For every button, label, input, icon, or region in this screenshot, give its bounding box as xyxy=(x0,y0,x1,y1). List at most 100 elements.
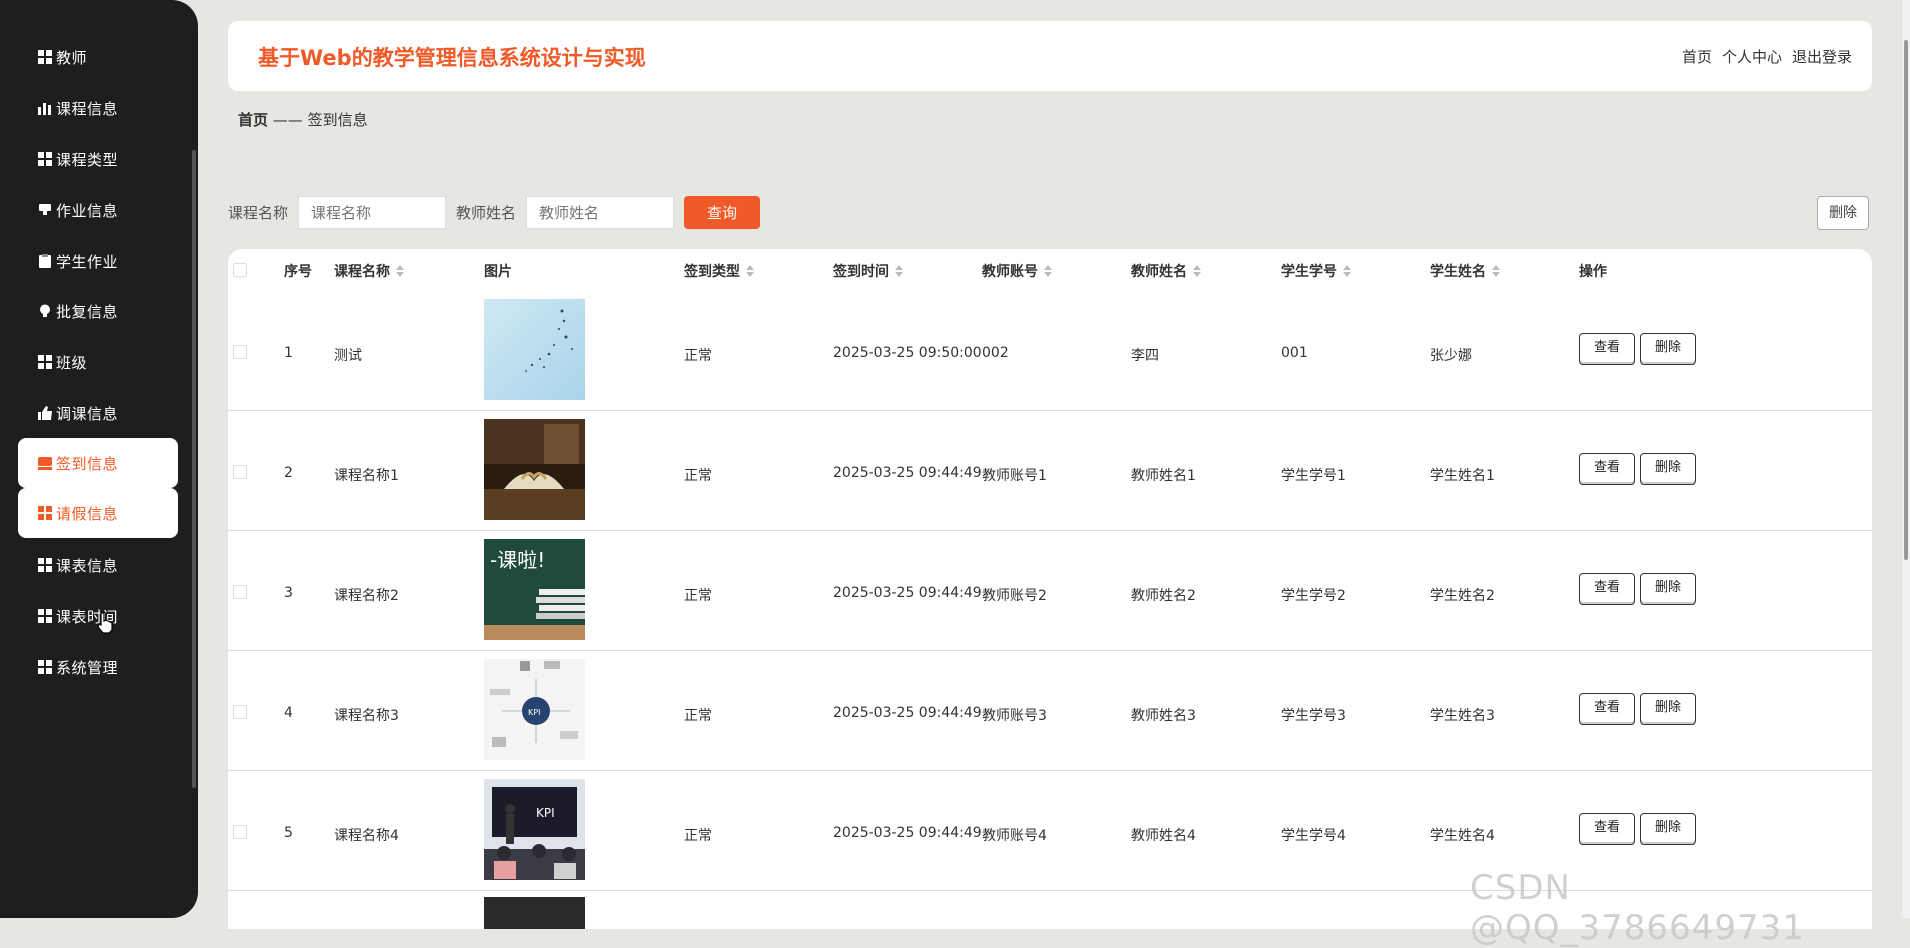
batch-delete-button[interactable]: 删除 xyxy=(1817,196,1869,230)
clipboard-icon xyxy=(38,254,52,268)
sidebar-item-label: 教师 xyxy=(56,48,88,67)
row-teacher-account: 教师账号1 xyxy=(982,468,1047,484)
row-student-no: 学生学号3 xyxy=(1281,708,1346,724)
row-image[interactable]: KPI xyxy=(484,659,585,760)
delete-button[interactable]: 删除 xyxy=(1640,693,1696,725)
header-col-image: 图片 xyxy=(484,264,512,280)
row-checkbox[interactable] xyxy=(233,345,247,359)
row-student-name: 学生姓名2 xyxy=(1430,588,1495,604)
sidebar-item-9[interactable]: 签到信息 xyxy=(18,438,178,488)
bulb-icon xyxy=(38,304,52,318)
teacher-name-input[interactable] xyxy=(526,196,675,229)
sidebar-scrollbar[interactable] xyxy=(192,150,196,788)
header-link-logout[interactable]: 退出登录 xyxy=(1792,46,1852,67)
delete-button[interactable]: 删除 xyxy=(1640,333,1696,365)
row-image[interactable] xyxy=(484,299,585,400)
header-link-profile[interactable]: 个人中心 xyxy=(1722,46,1782,67)
row-image[interactable] xyxy=(484,419,585,520)
header-col-checkin-time[interactable]: 签到时间 xyxy=(833,261,903,281)
row-image[interactable]: -课啦! xyxy=(484,539,585,640)
sidebar-item-10[interactable]: 请假信息 xyxy=(18,488,178,538)
row-checkbox[interactable] xyxy=(233,825,247,839)
header-col-teacher-account[interactable]: 教师账号 xyxy=(982,261,1052,281)
view-button[interactable]: 查看 xyxy=(1579,693,1635,725)
view-button[interactable]: 查看 xyxy=(1579,453,1635,485)
row-course-name: 课程名称3 xyxy=(334,708,399,724)
course-name-input[interactable] xyxy=(298,196,447,229)
sidebar-item-2[interactable]: 课程信息 xyxy=(18,83,178,133)
header-col-student-no[interactable]: 学生学号 xyxy=(1281,261,1351,281)
svg-text:KPI: KPI xyxy=(528,708,540,717)
view-button[interactable]: 查看 xyxy=(1579,813,1635,845)
sidebar-item-11[interactable]: 课表信息 xyxy=(18,540,178,590)
row-checkin-time: 2025-03-25 09:50:00 xyxy=(833,345,982,361)
checkin-icon xyxy=(38,456,52,470)
row-checkbox[interactable] xyxy=(233,705,247,719)
search-bar: 课程名称 教师姓名 查询 xyxy=(228,196,761,229)
query-button[interactable]: 查询 xyxy=(684,196,761,229)
sidebar-item-3[interactable]: 课程类型 xyxy=(18,134,178,184)
thumb-icon xyxy=(38,406,52,420)
sort-icon[interactable] xyxy=(396,265,404,277)
sidebar-item-5[interactable]: 学生作业 xyxy=(18,236,178,286)
sort-icon[interactable] xyxy=(895,265,903,277)
grid-icon xyxy=(38,355,52,369)
table-header: 序号 课程名称 图片 签到类型 签到时间 教师账号 教师姓名 学生学号 学生姓名 操作 xyxy=(228,249,1872,291)
grid-icon xyxy=(38,558,52,572)
row-course-name: 课程名称1 xyxy=(334,468,399,484)
sort-icon[interactable] xyxy=(1193,265,1201,277)
sidebar-item-7[interactable]: 班级 xyxy=(18,337,178,387)
table-row: 1 测试 正常 2025-03-25 09:50:00 002 李四 001 张少娜 查看 删除 xyxy=(228,291,1872,411)
row-teacher-name: 教师姓名4 xyxy=(1131,828,1196,844)
breadcrumb-home[interactable]: 首页 xyxy=(238,111,268,129)
sidebar-item-label: 调课信息 xyxy=(56,404,119,423)
table-row: 2 课程名称1 正常 2025-03-25 09:44:49 教师账号1 教师姓名1 学生学… xyxy=(228,411,1872,531)
row-checkin-time: 2025-03-25 09:44:49 xyxy=(833,465,982,481)
row-course-name: 课程名称4 xyxy=(334,828,399,844)
sort-icon[interactable] xyxy=(746,265,754,277)
grid-icon xyxy=(38,50,52,64)
delete-button[interactable]: 删除 xyxy=(1640,453,1696,485)
bar-chart-icon xyxy=(38,101,52,115)
header-col-checkin-type[interactable]: 签到类型 xyxy=(684,261,754,281)
sort-icon[interactable] xyxy=(1492,265,1500,277)
svg-text:-课啦!: -课啦! xyxy=(490,548,545,572)
breadcrumb: 首页 —— 签到信息 xyxy=(238,109,368,130)
row-no: 4 xyxy=(284,705,293,721)
page-scrollbar[interactable] xyxy=(1902,0,1910,918)
sidebar-item-13[interactable]: 系统管理 xyxy=(18,642,178,692)
row-checkin-type: 正常 xyxy=(684,828,712,844)
sidebar-item-1[interactable]: 教师 xyxy=(18,32,178,82)
header-col-teacher-name[interactable]: 教师姓名 xyxy=(1131,261,1201,281)
delete-button[interactable]: 删除 xyxy=(1640,573,1696,605)
view-button[interactable]: 查看 xyxy=(1579,573,1635,605)
row-checkin-type: 正常 xyxy=(684,588,712,604)
row-image[interactable]: KPI xyxy=(484,779,585,880)
delete-button[interactable]: 删除 xyxy=(1640,813,1696,845)
course-name-label: 课程名称 xyxy=(228,204,289,222)
row-checkin-type: 正常 xyxy=(684,708,712,724)
row-course-name: 课程名称2 xyxy=(334,588,399,604)
row-checkbox[interactable] xyxy=(233,585,247,599)
data-table: 序号 课程名称 图片 签到类型 签到时间 教师账号 教师姓名 学生学号 学生姓名 操作 1 测试 正常… xyxy=(228,249,1872,929)
row-student-name: 学生姓名3 xyxy=(1430,708,1495,724)
header-col-actions: 操作 xyxy=(1579,264,1607,280)
header-col-student-name[interactable]: 学生姓名 xyxy=(1430,261,1500,281)
breadcrumb-sep: —— xyxy=(272,111,303,129)
table-row: 3 课程名称2 -课啦! 正常 2025-03-25 09:44:49 教师账号2 教师姓名… xyxy=(228,531,1872,651)
row-checkbox[interactable] xyxy=(233,465,247,479)
sort-icon[interactable] xyxy=(1044,265,1052,277)
select-all-checkbox[interactable] xyxy=(233,263,247,277)
header-col-course-name[interactable]: 课程名称 xyxy=(334,261,404,281)
sidebar-item-8[interactable]: 调课信息 xyxy=(18,388,178,438)
grid-icon xyxy=(38,506,52,520)
sidebar-item-6[interactable]: 批复信息 xyxy=(18,286,178,336)
header-link-home[interactable]: 首页 xyxy=(1682,46,1712,67)
row-student-name: 张少娜 xyxy=(1430,348,1472,364)
sort-icon[interactable] xyxy=(1343,265,1351,277)
sidebar-item-4[interactable]: 作业信息 xyxy=(18,185,178,235)
view-button[interactable]: 查看 xyxy=(1579,333,1635,365)
row-teacher-name: 教师姓名3 xyxy=(1131,708,1196,724)
row-teacher-account: 002 xyxy=(982,345,1009,361)
sidebar-item-label: 请假信息 xyxy=(56,504,119,523)
